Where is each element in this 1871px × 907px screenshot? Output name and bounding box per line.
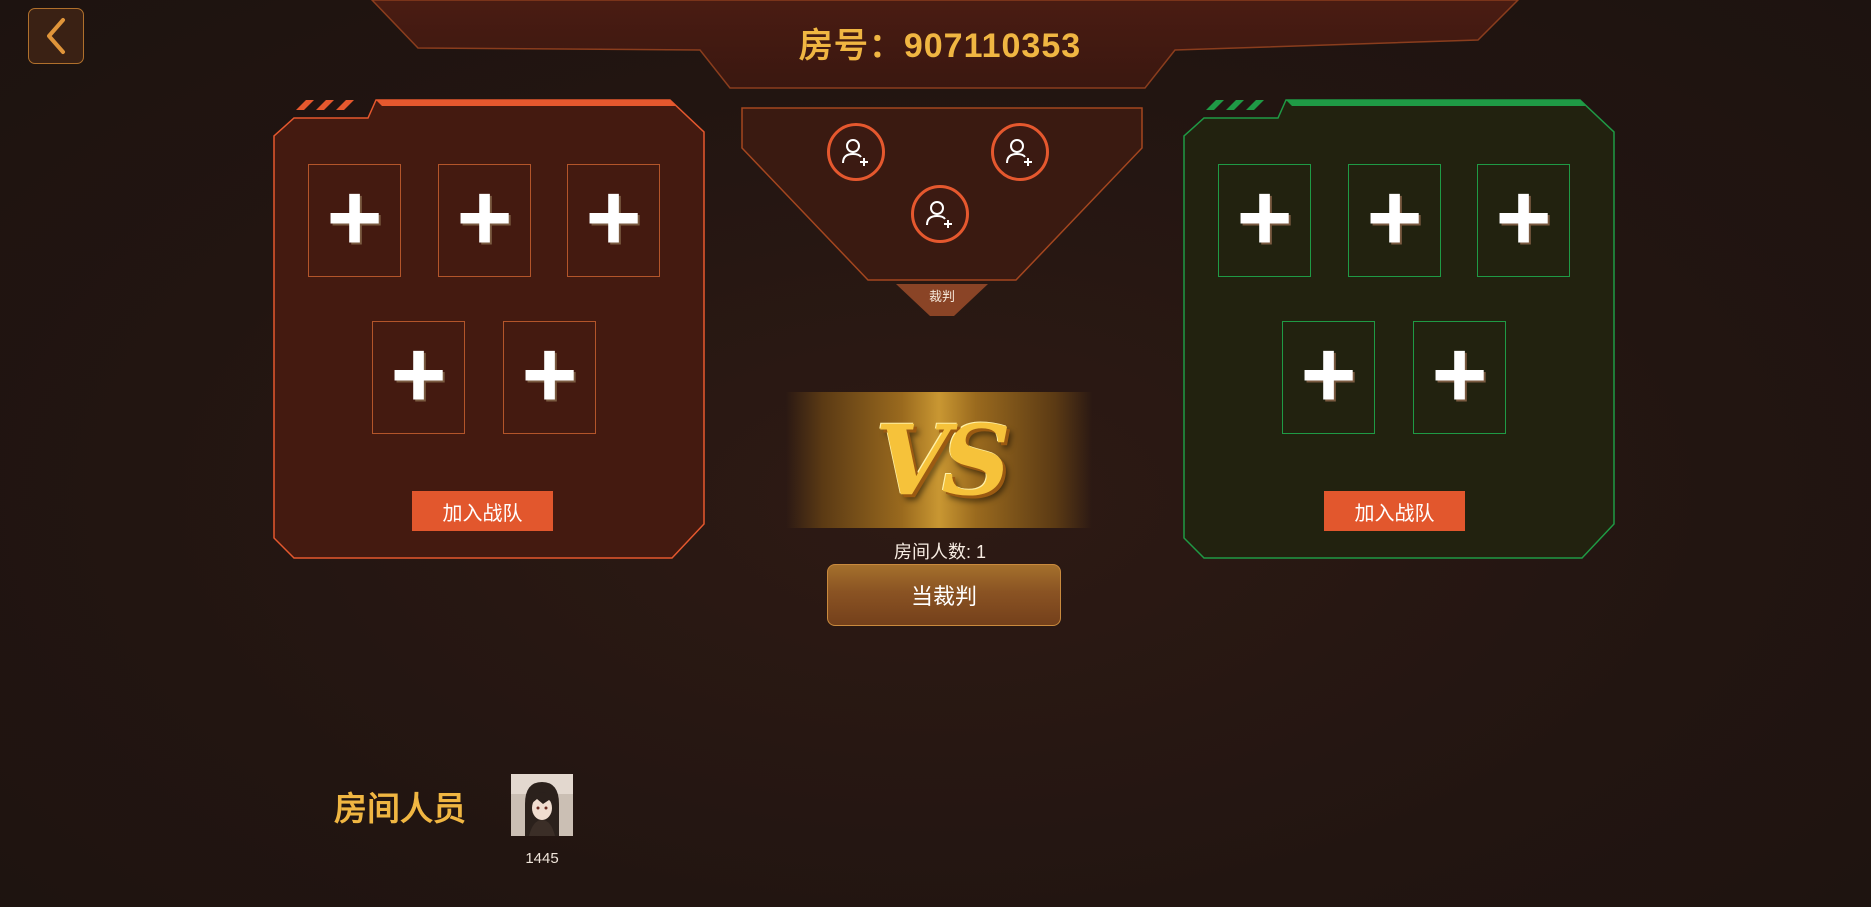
- team-red-slot-5[interactable]: +: [503, 321, 596, 434]
- become-referee-button[interactable]: 当裁判: [827, 564, 1061, 626]
- member-name: 1445: [525, 850, 559, 867]
- plus-icon: +: [326, 163, 383, 271]
- add-user-icon: [1006, 139, 1032, 166]
- avatar[interactable]: [511, 774, 573, 836]
- add-user-icon: [842, 139, 868, 166]
- plus-icon: +: [456, 163, 513, 271]
- team-green-slot-5[interactable]: +: [1413, 321, 1506, 434]
- referee-slot-3[interactable]: [911, 185, 969, 243]
- referee-label: 裁判: [928, 289, 955, 304]
- team-red-slot-4[interactable]: +: [372, 321, 465, 434]
- plus-icon: +: [1300, 320, 1357, 428]
- room-number-title: 房号：907110353: [798, 27, 1082, 65]
- referee-slot-2[interactable]: [991, 123, 1049, 181]
- team-green-slot-4[interactable]: +: [1282, 321, 1375, 434]
- members-title: 房间人员: [334, 790, 466, 827]
- join-team-green-button[interactable]: 加入战队: [1324, 491, 1465, 531]
- plus-icon: +: [1431, 320, 1488, 428]
- team-red-slot-1[interactable]: +: [308, 164, 401, 277]
- plus-icon: +: [1366, 163, 1423, 271]
- plus-icon: +: [1236, 163, 1293, 271]
- join-team-red-button[interactable]: 加入战队: [412, 491, 553, 531]
- team-panel-green: + + + + + 加入战队: [1182, 92, 1618, 562]
- plus-icon: +: [390, 320, 447, 428]
- room-member-count: 房间人数: 1: [893, 542, 986, 562]
- referee-slot-1[interactable]: [827, 123, 885, 181]
- member-avatar-image: [511, 774, 573, 836]
- team-green-slot-3[interactable]: +: [1477, 164, 1570, 277]
- add-user-icon: [926, 201, 952, 228]
- team-red-slot-2[interactable]: +: [438, 164, 531, 277]
- team-red-slot-3[interactable]: +: [567, 164, 660, 277]
- team-green-slot-1[interactable]: +: [1218, 164, 1311, 277]
- team-green-slot-2[interactable]: +: [1348, 164, 1441, 277]
- vs-emblem: VS: [786, 392, 1092, 528]
- plus-icon: +: [1495, 163, 1552, 271]
- plus-icon: +: [585, 163, 642, 271]
- vs-text: VS: [875, 403, 1011, 517]
- team-panel-red: + + + + + 加入战队: [272, 92, 708, 562]
- back-button[interactable]: [28, 8, 84, 64]
- chevron-left-icon: [47, 18, 65, 54]
- plus-icon: +: [521, 320, 578, 428]
